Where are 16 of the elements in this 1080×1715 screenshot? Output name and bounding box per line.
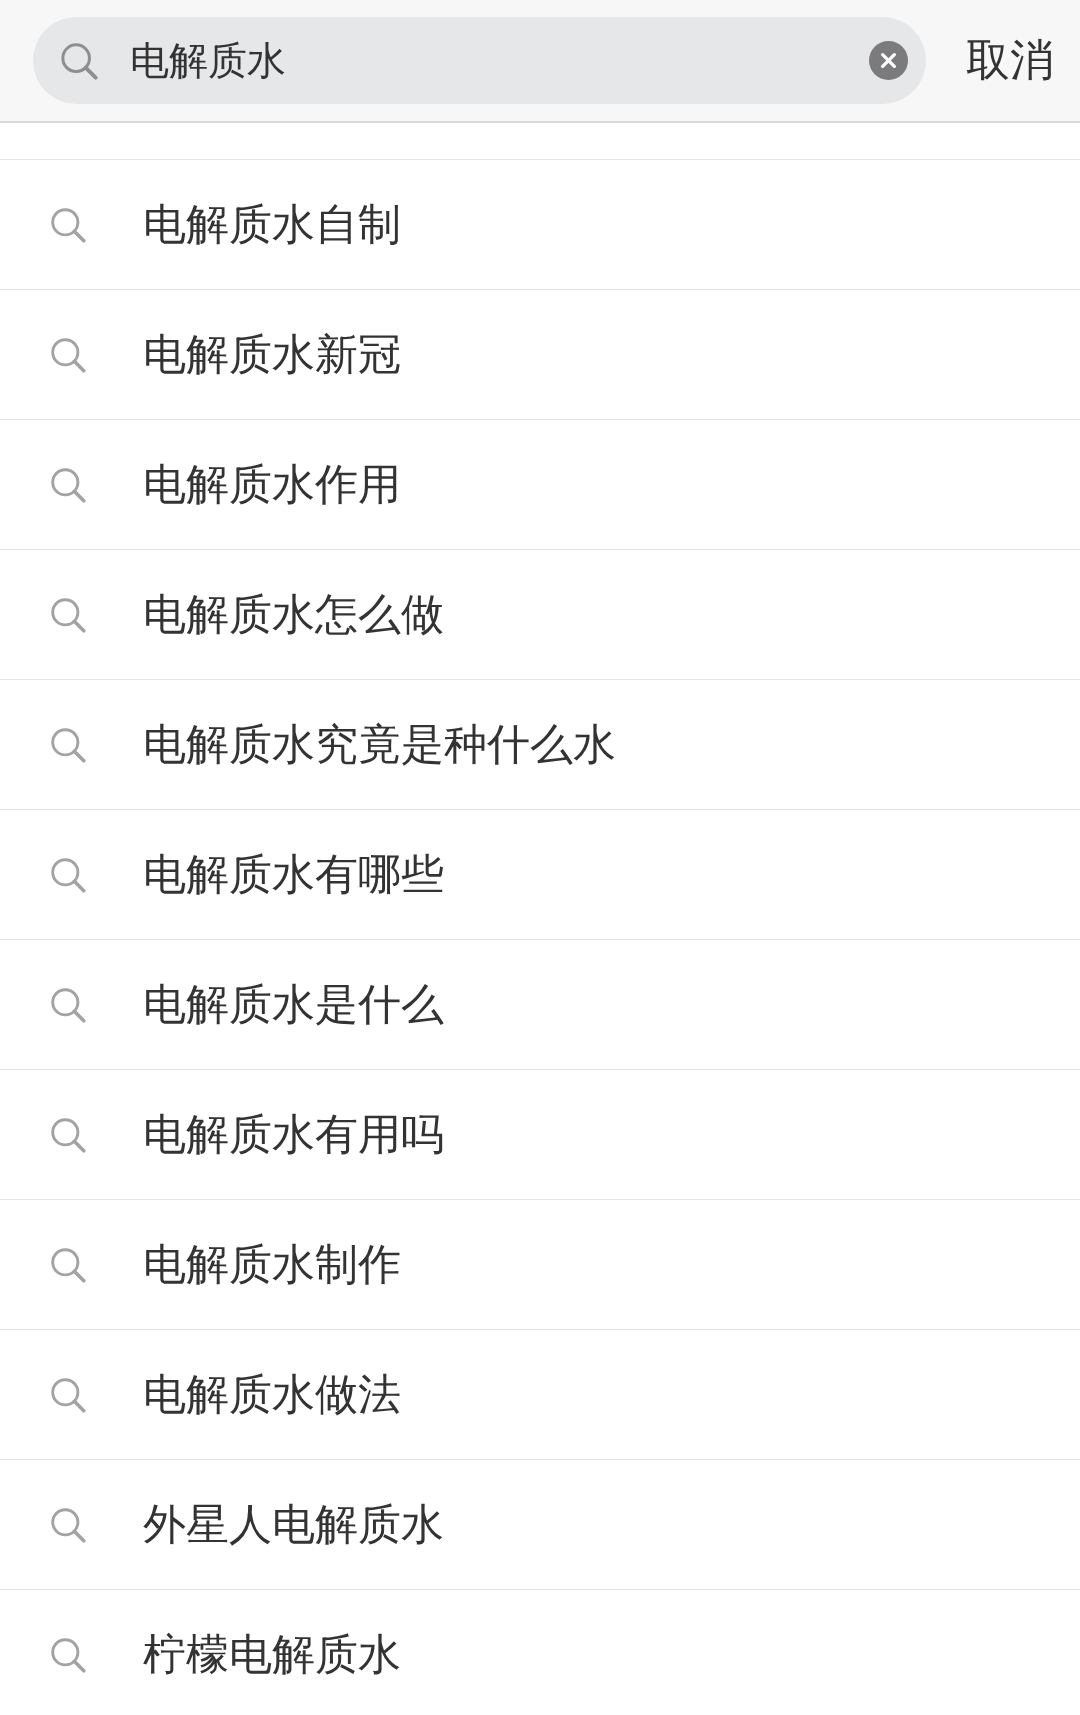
search-icon	[50, 1506, 86, 1543]
search-icon	[50, 856, 86, 893]
search-field[interactable]: 电解质水	[33, 17, 926, 104]
cancel-button[interactable]: 取消	[966, 31, 1054, 90]
search-icon	[50, 206, 86, 243]
search-icon	[50, 726, 86, 763]
search-icon	[50, 336, 86, 373]
search-icon	[50, 1636, 86, 1673]
search-icon	[50, 1246, 86, 1283]
search-icon	[50, 1116, 86, 1153]
clear-icon[interactable]	[869, 41, 908, 80]
search-icon	[50, 986, 86, 1023]
search-icon	[50, 466, 86, 503]
search-icon	[60, 41, 98, 80]
search-icon	[50, 1376, 86, 1413]
search-icon	[50, 596, 86, 633]
